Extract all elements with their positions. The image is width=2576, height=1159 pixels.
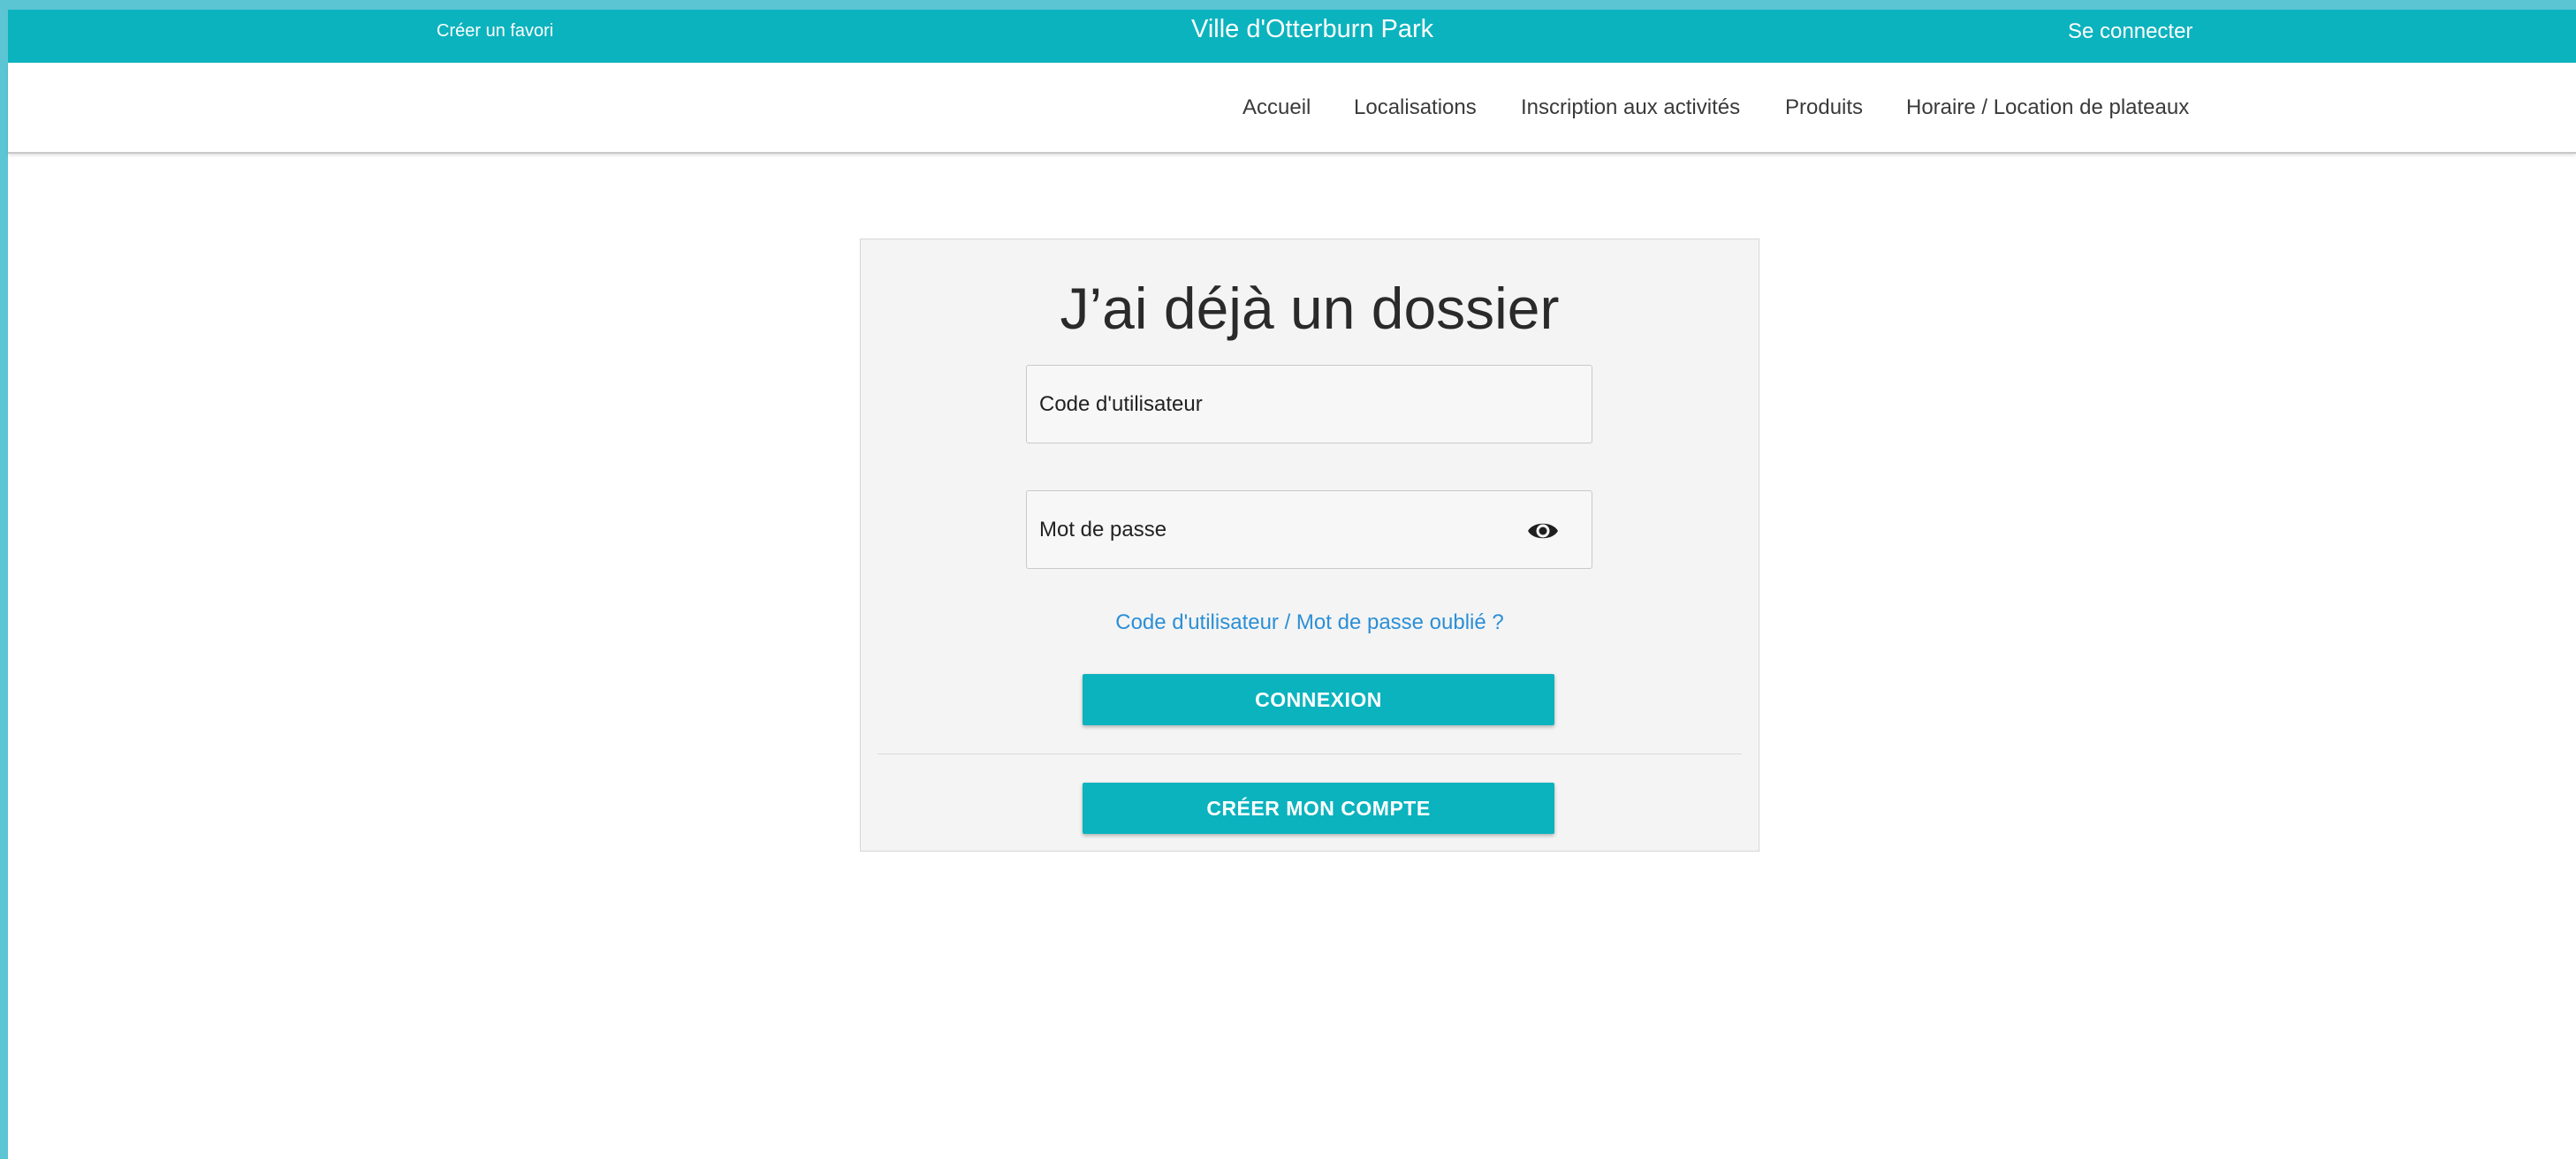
nav-item-localisations[interactable]: Localisations [1354,95,1477,120]
create-favorite-link[interactable]: Créer un favori [437,21,553,42]
username-input[interactable] [1027,366,1592,443]
forgot-credentials-link[interactable]: Code d'utilisateur / Mot de passe oublié… [861,610,1759,635]
login-card-title: J’ai déjà un dossier [1060,276,1560,341]
login-card: J’ai déjà un dossier Code d'utilisateur … [860,239,1759,852]
login-button[interactable]: CONNEXION [1083,674,1554,725]
top-bar: Créer un favori Ville d'Otterburn Park S… [8,10,2576,63]
browser-viewport: Créer un favori Ville d'Otterburn Park S… [8,10,2576,1159]
sign-in-link[interactable]: Se connecter [2068,19,2192,44]
nav-item-horaire[interactable]: Horaire / Location de plateaux [1906,95,2189,120]
username-field[interactable] [1026,365,1592,443]
nav-item-produits[interactable]: Produits [1785,95,1863,120]
nav-item-accueil[interactable]: Accueil [1242,95,1311,120]
nav-item-inscription[interactable]: Inscription aux activités [1521,95,1740,120]
site-title[interactable]: Ville d'Otterburn Park [1191,15,1433,44]
main-navigation: Accueil Localisations Inscription aux ac… [8,63,2576,154]
eye-icon[interactable] [1526,517,1560,545]
password-field[interactable] [1026,490,1592,569]
password-input[interactable] [1027,491,1592,568]
create-account-button[interactable]: CRÉER MON COMPTE [1083,783,1554,834]
